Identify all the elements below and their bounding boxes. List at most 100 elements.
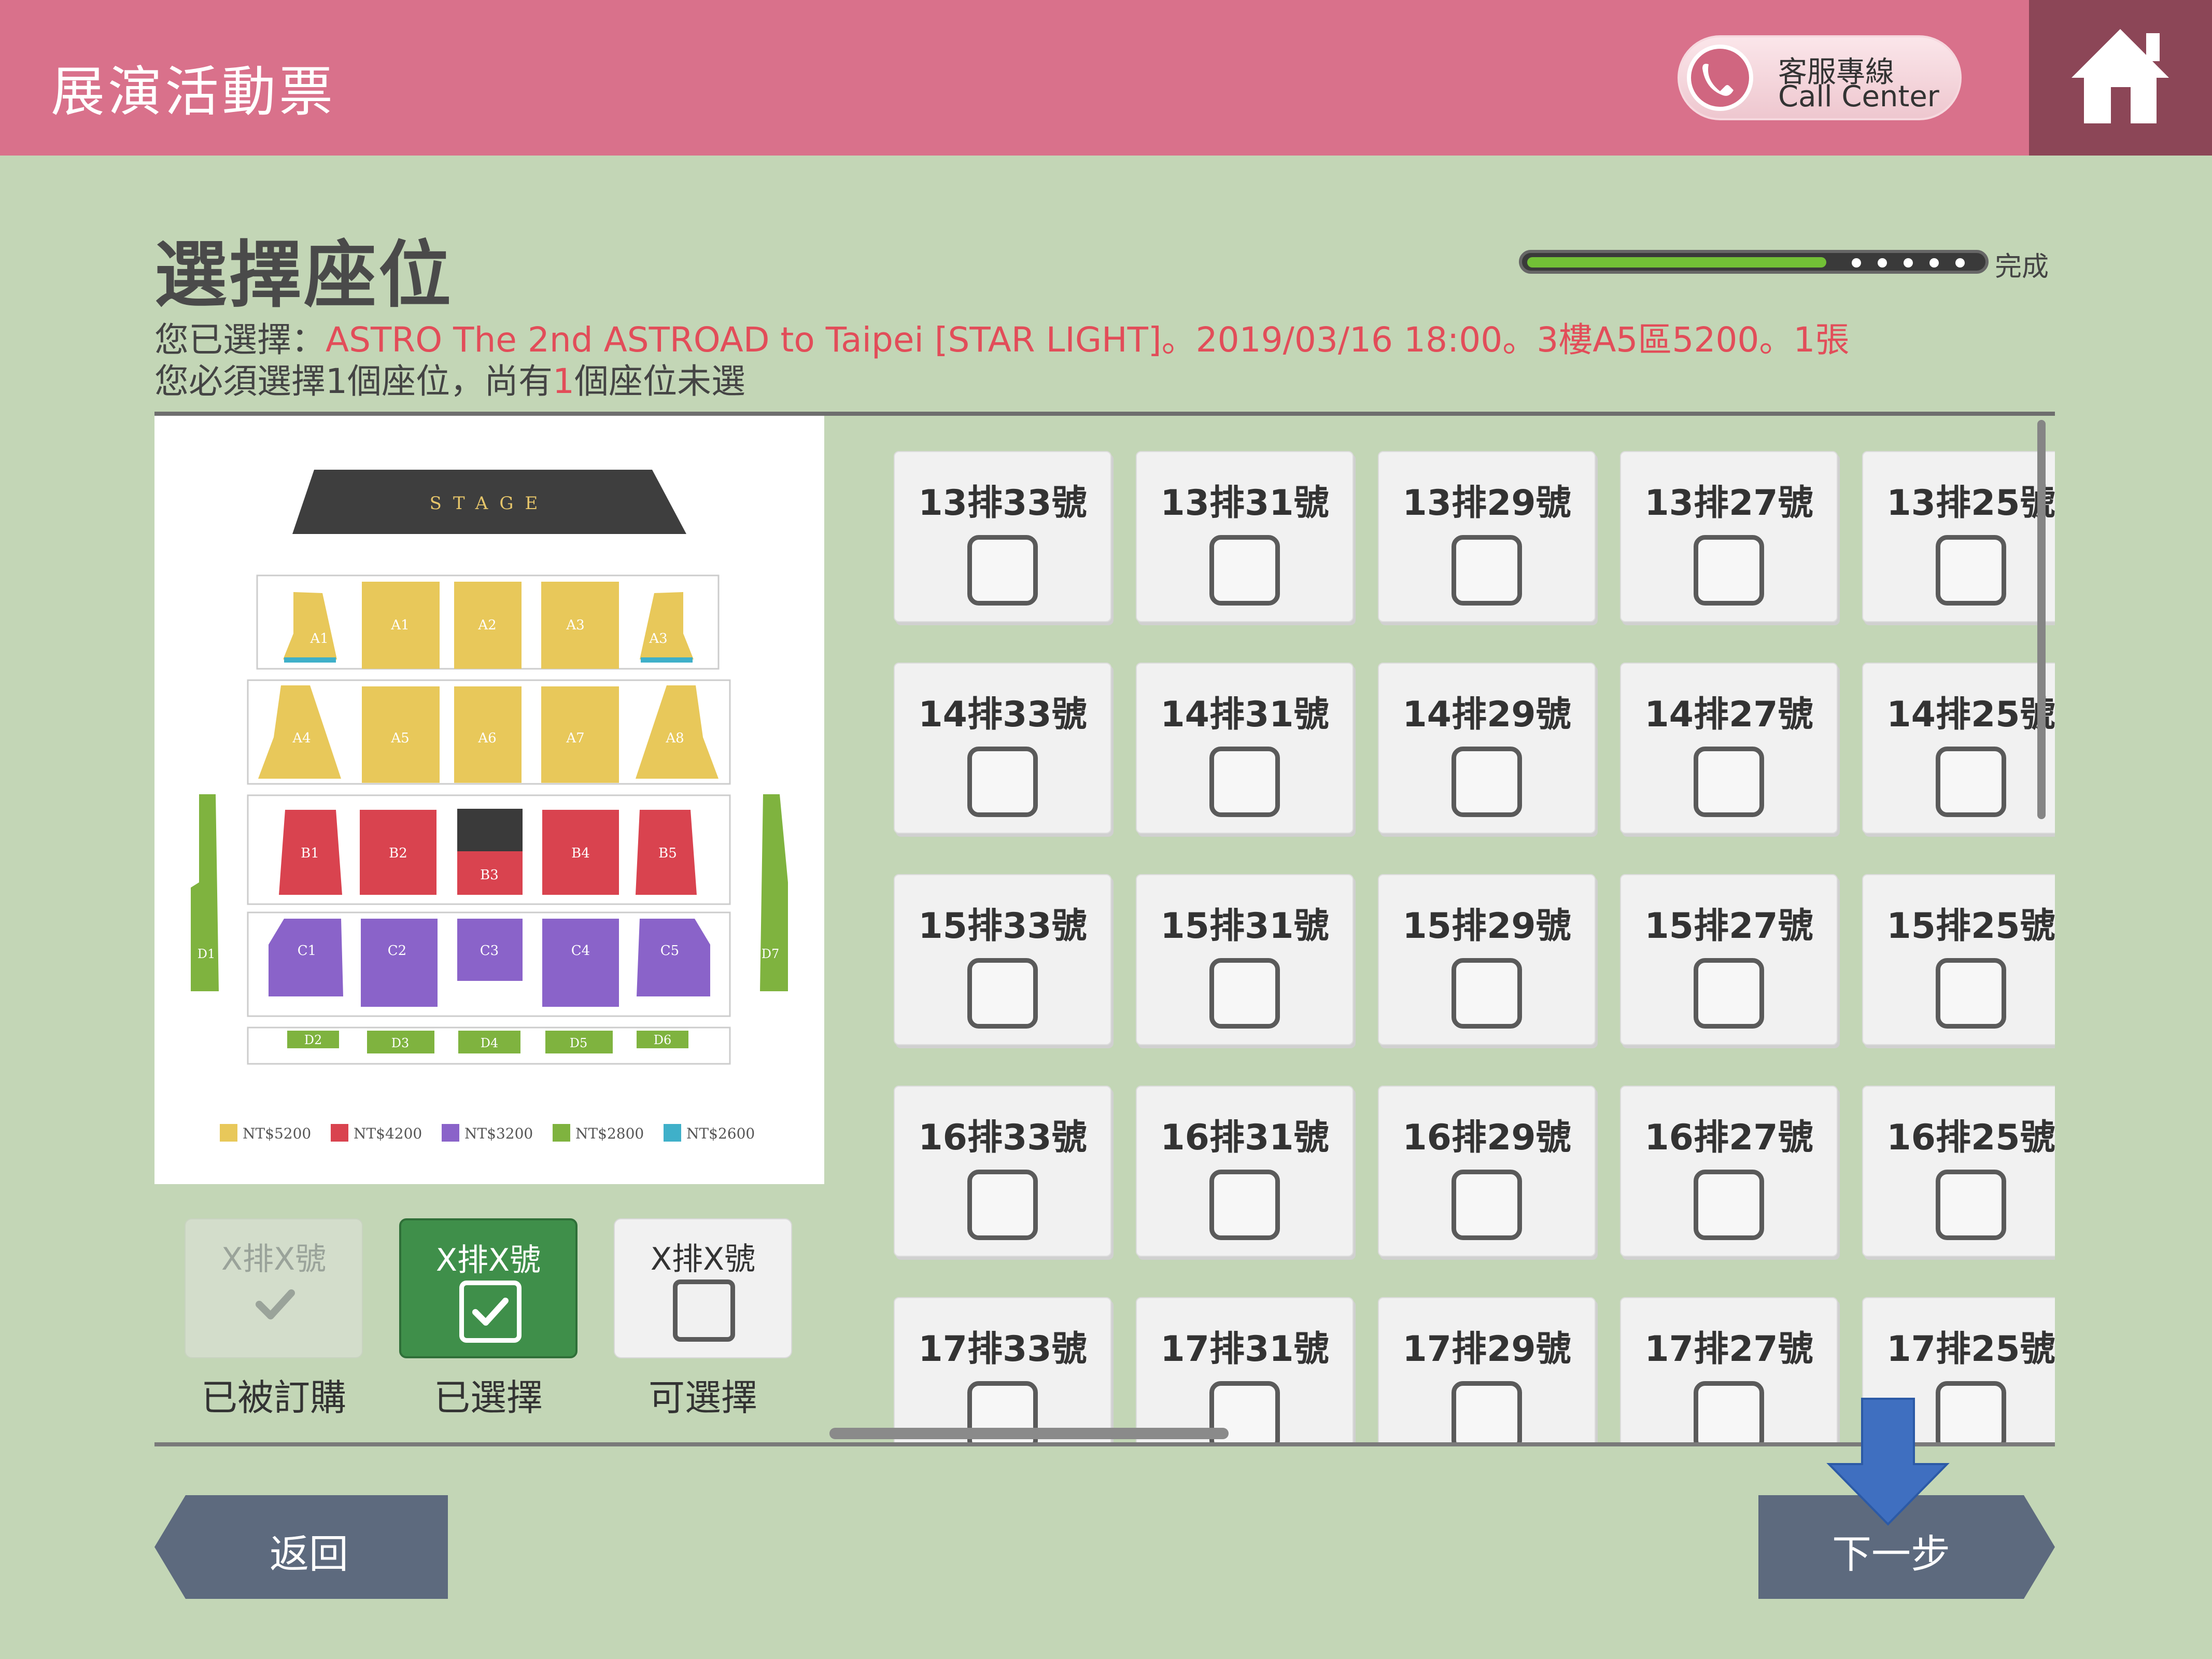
- seat-label: 14排25號: [1886, 694, 2055, 735]
- seat-label: 13排31號: [1160, 483, 1329, 524]
- call-center-button[interactable]: 客服專線 Call Center: [1678, 35, 1962, 120]
- seat-checkbox[interactable]: [967, 1170, 1038, 1240]
- seat-option[interactable]: 13排25號: [1862, 451, 2055, 622]
- seat-option[interactable]: 16排29號: [1378, 1086, 1596, 1257]
- seat-option[interactable]: 17排33號: [894, 1297, 1111, 1442]
- seat-checkbox[interactable]: [1452, 747, 1522, 817]
- seat-option[interactable]: 16排33號: [894, 1086, 1111, 1257]
- svg-text:A4: A4: [292, 730, 311, 746]
- progress-step-dot: [1904, 258, 1913, 268]
- seat-label: 14排29號: [1402, 694, 1571, 735]
- seat-option[interactable]: 14排29號: [1378, 663, 1596, 834]
- seat-option[interactable]: 13排29號: [1378, 451, 1596, 622]
- seat-label: 13排25號: [1886, 483, 2055, 524]
- down-arrow-icon: [1826, 1398, 1950, 1526]
- seat-option[interactable]: 15排27號: [1620, 874, 1838, 1045]
- horizontal-scrollbar[interactable]: [829, 1428, 1229, 1439]
- price-label: NT$4200: [354, 1125, 422, 1142]
- seat-label: 14排33號: [918, 694, 1087, 735]
- seat-checkbox[interactable]: [1936, 535, 2006, 606]
- seat-checkbox[interactable]: [1694, 535, 1764, 606]
- svg-text:C5: C5: [660, 943, 679, 959]
- price-label: NT$2800: [575, 1125, 644, 1142]
- seat-checkbox[interactable]: [1452, 1381, 1522, 1442]
- seat-option[interactable]: 17排27號: [1620, 1297, 1838, 1442]
- progress-step-dot: [1878, 258, 1887, 268]
- seat-option[interactable]: 15排31號: [1136, 874, 1354, 1045]
- price-swatch: [220, 1124, 237, 1142]
- seat-label: 17排31號: [1160, 1329, 1329, 1370]
- seat-checkbox[interactable]: [1209, 747, 1280, 817]
- seat-option[interactable]: 15排33號: [894, 874, 1111, 1045]
- seat-label: 15排25號: [1886, 906, 2055, 947]
- seat-checkbox[interactable]: [967, 535, 1038, 606]
- price-swatch: [442, 1124, 459, 1142]
- seat-option[interactable]: 16排25號: [1862, 1086, 2055, 1257]
- seat-option[interactable]: 14排27號: [1620, 663, 1838, 834]
- legend-booked-caption: 已被訂購: [201, 1376, 346, 1419]
- svg-text:D6: D6: [654, 1033, 672, 1047]
- seat-checkbox[interactable]: [967, 958, 1038, 1029]
- seat-checkbox[interactable]: [1694, 747, 1764, 817]
- seat-checkbox[interactable]: [1452, 958, 1522, 1029]
- legend-selected: X排X號: [399, 1218, 577, 1358]
- seat-option[interactable]: 14排33號: [894, 663, 1111, 834]
- seat-option[interactable]: 13排31號: [1136, 451, 1354, 622]
- seat-grid: 13排33號 13排31號 13排29號 13排27號 13排25號 14排33號 14排3…: [824, 416, 2055, 1442]
- seat-option[interactable]: 15排25號: [1862, 874, 2055, 1045]
- seat-checkbox[interactable]: [1936, 1170, 2006, 1240]
- seat-checkbox[interactable]: [1936, 747, 2006, 817]
- seat-option[interactable]: 17排31號: [1136, 1297, 1354, 1442]
- back-button[interactable]: 返回: [154, 1495, 448, 1599]
- seat-label: 17排29號: [1402, 1329, 1571, 1370]
- seat-checkbox[interactable]: [967, 747, 1038, 817]
- seat-option[interactable]: 16排31號: [1136, 1086, 1354, 1257]
- svg-text:B4: B4: [571, 846, 590, 861]
- seat-option[interactable]: 14排25號: [1862, 663, 2055, 834]
- seat-option[interactable]: 14排31號: [1136, 663, 1354, 834]
- seat-label: 14排31號: [1160, 694, 1329, 735]
- seat-checkbox[interactable]: [1452, 1170, 1522, 1240]
- seat-label: 17排27號: [1644, 1329, 1813, 1370]
- seat-checkbox[interactable]: [1936, 958, 2006, 1029]
- progress-step-dot: [1852, 258, 1861, 268]
- seat-checkbox[interactable]: [1209, 1170, 1280, 1240]
- svg-text:D5: D5: [570, 1036, 588, 1050]
- svg-text:B2: B2: [389, 846, 407, 861]
- seat-checkbox[interactable]: [1694, 1381, 1764, 1442]
- svg-text:D4: D4: [481, 1036, 499, 1050]
- seat-checkbox[interactable]: [1694, 1170, 1764, 1240]
- svg-text:A5: A5: [390, 730, 409, 746]
- seat-label: 14排27號: [1644, 694, 1813, 735]
- seat-label: 13排27號: [1644, 483, 1813, 524]
- svg-text:D2: D2: [304, 1033, 322, 1047]
- phone-icon: [1687, 45, 1753, 111]
- seat-option[interactable]: 16排27號: [1620, 1086, 1838, 1257]
- seat-option[interactable]: 13排27號: [1620, 451, 1838, 622]
- seat-option[interactable]: 17排29號: [1378, 1297, 1596, 1442]
- seat-checkbox[interactable]: [1209, 958, 1280, 1029]
- legend-booked: X排X號: [185, 1218, 363, 1358]
- legend-booked-label: X排X號: [221, 1241, 327, 1277]
- empty-box-icon: [673, 1280, 735, 1342]
- seat-checkbox[interactable]: [1694, 958, 1764, 1029]
- legend-available-caption: 可選擇: [649, 1376, 757, 1419]
- svg-text:A1: A1: [309, 631, 328, 646]
- home-button[interactable]: [2029, 0, 2212, 156]
- svg-text:B5: B5: [658, 846, 677, 861]
- selection-requirement: 您必須選擇1個座位，尚有1個座位未選: [154, 354, 745, 403]
- svg-text:B1: B1: [301, 846, 319, 861]
- requirement-prefix: 您必須選擇1個座位，尚有: [154, 361, 553, 401]
- stage-label: STAGE: [430, 493, 550, 514]
- checked-box-icon: [459, 1281, 522, 1343]
- legend-available: X排X號: [614, 1218, 792, 1358]
- next-button-label: 下一步: [1832, 1531, 1950, 1577]
- panel-border-top: [154, 412, 2055, 416]
- vertical-scrollbar[interactable]: [2037, 420, 2046, 819]
- seat-option[interactable]: 13排33號: [894, 451, 1111, 622]
- seat-checkbox[interactable]: [1209, 535, 1280, 606]
- seat-map: STAGE A1 A1 A2 A3 A3 A4 A5 A6 A7 A8 B1 B…: [154, 416, 824, 1184]
- call-center-label-en: Call Center: [1778, 80, 1939, 114]
- seat-checkbox[interactable]: [1452, 535, 1522, 606]
- seat-option[interactable]: 15排29號: [1378, 874, 1596, 1045]
